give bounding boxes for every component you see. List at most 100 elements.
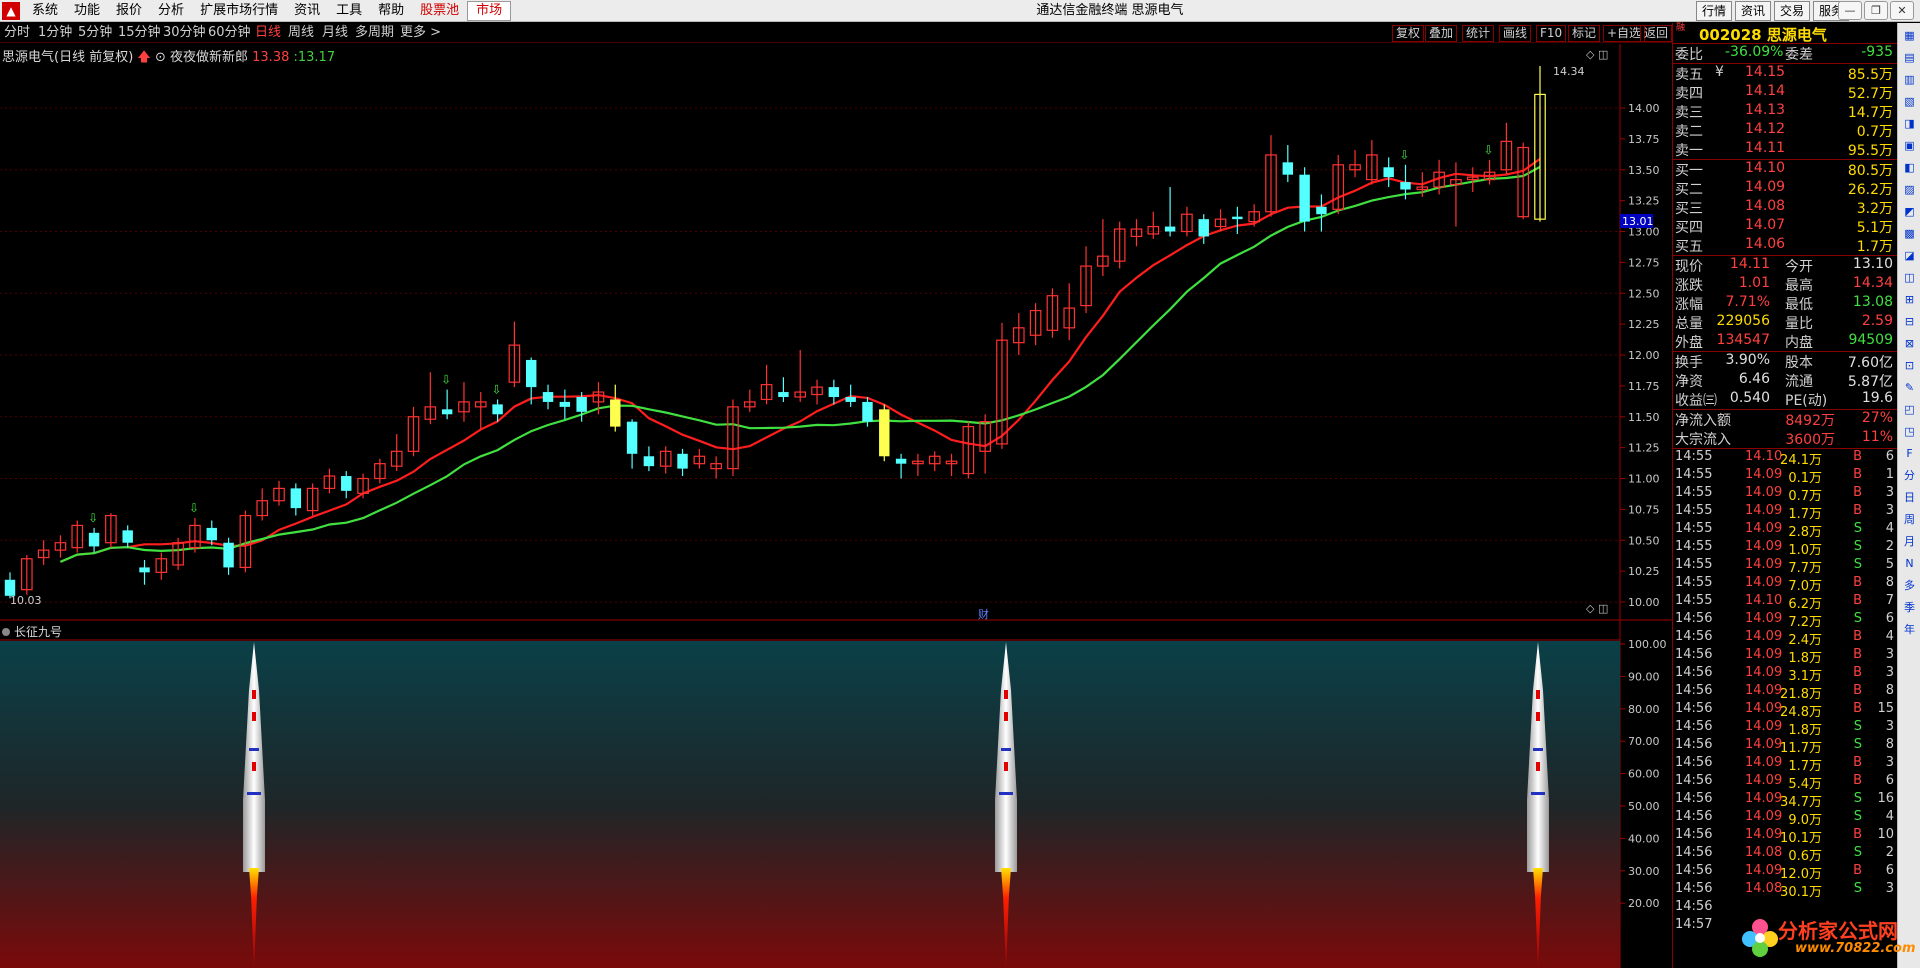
side-icon-16[interactable]: ⊡	[1900, 356, 1919, 375]
news-button[interactable]: 资讯	[1735, 1, 1772, 21]
candle-body	[341, 476, 352, 491]
side-icon-15[interactable]: ⊠	[1900, 334, 1919, 353]
flower-logo-icon	[1742, 919, 1778, 957]
trade-button[interactable]: 交易	[1774, 1, 1811, 21]
tick-volume: 1.8万	[1788, 723, 1822, 738]
tick-volume: 7.2万	[1788, 615, 1822, 630]
chart-settings-icon[interactable]: ◇ ◫	[1586, 48, 1608, 61]
tick-row: 14:55 14.09 7.7万 S 5	[1673, 557, 1897, 576]
candlesticks[interactable]	[4, 66, 1546, 599]
tick-volume: 11.7万	[1780, 741, 1822, 756]
side-btn-fen[interactable]: 分	[1900, 466, 1919, 485]
tick-price: 14.09	[1745, 701, 1783, 716]
candle	[1265, 135, 1277, 217]
flow-label: 净流入额	[1675, 413, 1731, 429]
side-btn-zhou[interactable]: 周	[1900, 510, 1919, 529]
stat-label: 流通	[1785, 374, 1813, 390]
side-btn-nian[interactable]: 年	[1900, 620, 1919, 639]
tick-volume: 3.1万	[1788, 669, 1822, 684]
finance-marker[interactable]: 财	[978, 607, 989, 621]
side-icon-17[interactable]: ✎	[1900, 378, 1919, 397]
side-btn-yue[interactable]: 月	[1900, 532, 1919, 551]
stat-row: 净资 6.46 流通 5.87亿	[1673, 371, 1897, 390]
side-btn-fs[interactable]: F	[1900, 444, 1919, 463]
dropdown-icon[interactable]: ⊙	[155, 50, 166, 65]
bid-row: 买二 14.09 26.2万	[1673, 179, 1897, 198]
side-icon-9[interactable]: ◩	[1900, 202, 1919, 221]
tick-volume: 10.1万	[1780, 831, 1822, 846]
bid-price: 14.09	[1745, 179, 1786, 195]
tick-count: 10	[1877, 827, 1894, 842]
price-tick-label: 12.00	[1628, 349, 1660, 362]
side-btn-n[interactable]: N	[1900, 554, 1919, 573]
quote-button[interactable]: 行情	[1696, 1, 1733, 21]
side-icon-8[interactable]: ▨	[1900, 180, 1919, 199]
restore-icon[interactable]: ❐	[1864, 1, 1888, 20]
rocket-stripe	[252, 762, 256, 771]
tick-time: 14:56	[1675, 719, 1713, 734]
rocket-stripe	[1004, 762, 1008, 771]
price-tick-label: 11.25	[1628, 442, 1660, 455]
side-icon-7[interactable]: ◧	[1900, 158, 1919, 177]
side-icon-18[interactable]: ◰	[1900, 400, 1919, 419]
bid-label: 买五	[1675, 239, 1703, 255]
stat-label: 涨跌	[1675, 278, 1703, 294]
formula-name[interactable]: 夜夜做新新郎	[170, 50, 248, 65]
candle	[626, 419, 638, 469]
price-tick-label: 11.75	[1628, 380, 1660, 393]
ask-flag: ¥	[1715, 64, 1724, 80]
bid-book: 买一 14.10 80.5万 买二 14.09 26.2万 买三 14.08 3.2万 买四 14.…	[1673, 160, 1897, 255]
candle	[1080, 246, 1092, 314]
price-tick-label: 10.75	[1628, 503, 1660, 516]
tick-count: 3	[1885, 647, 1894, 662]
side-icon-12[interactable]: ◫	[1900, 268, 1919, 287]
side-icon-6[interactable]: ▣	[1900, 136, 1919, 155]
side-icon-10[interactable]: ▩	[1900, 224, 1919, 243]
stat-row: 涨幅 7.71% 最低 13.08	[1673, 294, 1897, 313]
stat-label: 收益㈢	[1675, 393, 1717, 409]
price-tick-label: 13.50	[1628, 164, 1660, 177]
tick-volume: 1.0万	[1788, 543, 1822, 558]
chart-area[interactable]: 14.0013.7513.5013.2513.0012.7512.5012.25…	[0, 0, 1672, 968]
side-btn-ri[interactable]: 日	[1900, 488, 1919, 507]
tick-side: S	[1853, 845, 1862, 860]
candle-body	[1164, 226, 1176, 232]
side-btn-duo[interactable]: 多	[1900, 576, 1919, 595]
candle	[122, 525, 133, 548]
indicator-tick-label: 90.00	[1628, 670, 1660, 683]
close-icon[interactable]: ✕	[1890, 1, 1914, 20]
side-btn-ji[interactable]: 季	[1900, 598, 1919, 617]
side-icon-14[interactable]: ⊟	[1900, 312, 1919, 331]
side-icon-2[interactable]: ▤	[1900, 48, 1919, 67]
side-icon-13[interactable]: ⊞	[1900, 290, 1919, 309]
side-icon-19[interactable]: ◳	[1900, 422, 1919, 441]
indicator-collapse-icon[interactable]	[2, 628, 10, 636]
stat-value: 19.6	[1861, 390, 1893, 406]
side-icon-3[interactable]: ▥	[1900, 70, 1919, 89]
candle-body	[643, 456, 655, 467]
candle	[1383, 157, 1394, 188]
side-icon-1[interactable]: ▦	[1900, 26, 1919, 45]
candle	[1450, 162, 1462, 227]
tick-list[interactable]: 14:55 14.10 24.1万 B 6 14:55 14.09 0.1万 B 1 14:55 14…	[1673, 449, 1897, 935]
candle-body	[559, 401, 571, 407]
indicator-tick-label: 70.00	[1628, 735, 1660, 748]
tick-price: 14.09	[1745, 719, 1783, 734]
bid-row: 买四 14.07 5.1万	[1673, 217, 1897, 236]
tick-time: 14:56	[1675, 899, 1713, 914]
candle	[37, 540, 50, 565]
candle-body	[1299, 174, 1310, 222]
ask-volume: 95.5万	[1847, 143, 1893, 159]
stat-value: 1.01	[1738, 275, 1770, 291]
tick-price: 14.09	[1745, 629, 1783, 644]
candle	[1466, 167, 1479, 192]
side-icon-5[interactable]: ◨	[1900, 114, 1919, 133]
ask-label: 卖四	[1675, 86, 1703, 102]
chart-pane-icon[interactable]: ◇ ◫	[1586, 602, 1608, 615]
side-icon-11[interactable]: ◪	[1900, 246, 1919, 265]
rocket-band	[249, 748, 259, 751]
minimize-icon[interactable]: —	[1838, 1, 1862, 20]
tick-time: 14:55	[1675, 467, 1713, 482]
side-icon-4[interactable]: ▧	[1900, 92, 1919, 111]
tick-side: S	[1853, 791, 1862, 806]
